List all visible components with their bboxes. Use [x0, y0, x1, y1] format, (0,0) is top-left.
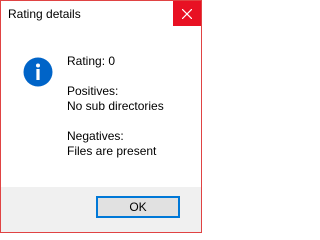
window-title: Rating details [8, 7, 81, 21]
ok-button[interactable]: OK [96, 196, 180, 218]
positives-value: No sub directories [67, 99, 164, 113]
close-icon [182, 8, 192, 19]
negatives-heading: Negatives: [67, 129, 124, 143]
button-bar: OK [1, 187, 201, 232]
info-icon [23, 57, 53, 87]
title-bar[interactable]: Rating details [1, 1, 201, 30]
rating-text: Rating: 0 [67, 54, 116, 68]
negatives-value: Files are present [67, 144, 157, 158]
positives-heading: Positives: [67, 84, 119, 98]
dialog-content: Rating: 0 Positives: No sub directories … [1, 30, 201, 187]
dialog-window: Rating details Rating: 0 Positives: No s… [0, 0, 202, 233]
close-button[interactable] [173, 1, 201, 26]
